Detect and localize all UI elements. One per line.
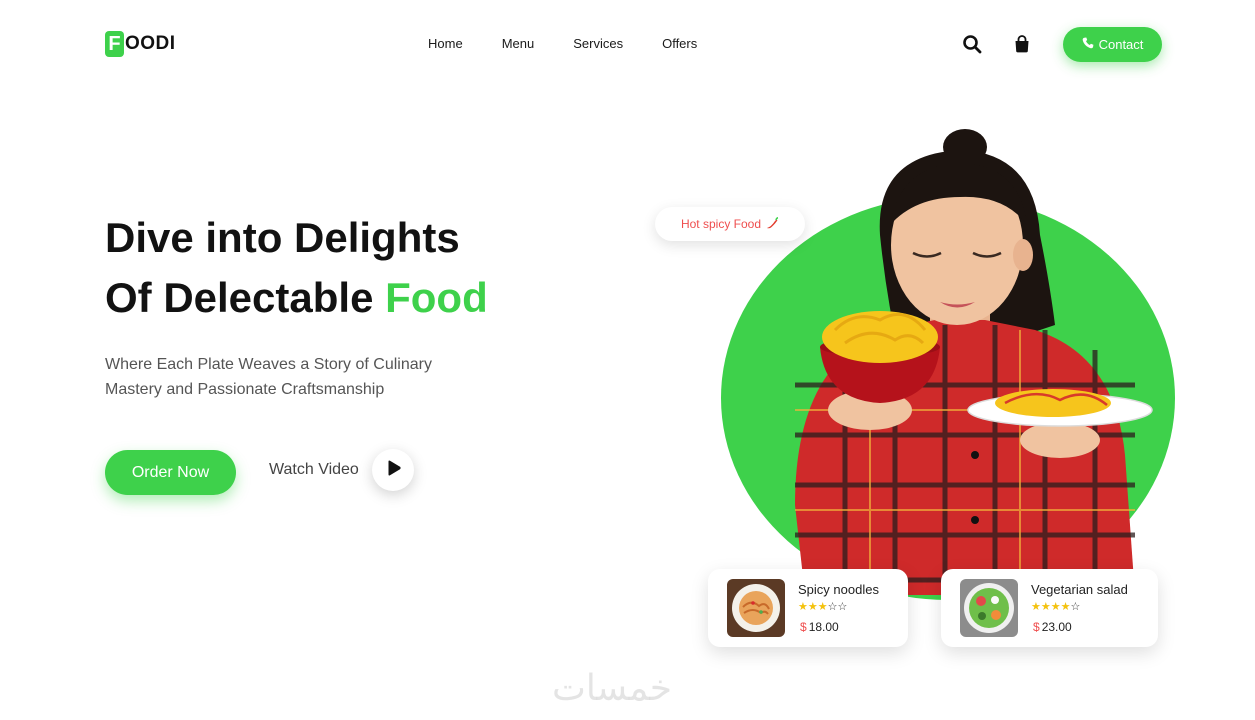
hero-title-line1: Dive into Delights	[105, 214, 460, 261]
search-icon[interactable]	[962, 34, 982, 54]
hot-spicy-bubble: Hot spicy Food	[655, 207, 805, 241]
phone-icon	[1082, 37, 1094, 52]
bubble-text: Hot spicy Food	[680, 217, 762, 231]
contact-button[interactable]: Contact	[1063, 27, 1162, 62]
hero-subtitle: Where Each Plate Weaves a Story of Culin…	[105, 356, 432, 398]
play-button[interactable]	[371, 449, 414, 491]
shopping-bag-icon[interactable]	[1012, 34, 1032, 54]
card-name: Vegetarian salad	[1031, 582, 1128, 597]
star-rating: ★★★★☆	[1031, 601, 1081, 613]
hero-title-accent: Food	[385, 274, 488, 321]
vegetarian-salad-thumbnail	[960, 579, 1018, 637]
food-card-vegetarian-salad[interactable]: Vegetarian salad ★★★★☆ $23.00	[941, 569, 1158, 647]
chili-pepper-icon	[765, 216, 779, 232]
star-rating: ★★★☆☆	[798, 601, 848, 613]
nav-offers[interactable]: Offers	[662, 36, 697, 51]
brand-logo[interactable]: F OODI	[105, 31, 176, 57]
food-card-spicy-noodles[interactable]: Spicy noodles ★★★☆☆ $18.00	[708, 569, 908, 647]
price-value: 18.00	[808, 620, 839, 634]
spicy-noodles-thumbnail	[727, 579, 785, 637]
price-value: 23.00	[1041, 620, 1072, 634]
order-now-button[interactable]: Order Now	[105, 450, 236, 495]
main-nav: Home Menu Services Offers	[428, 36, 736, 51]
logo-badge: F	[105, 31, 124, 57]
nav-home[interactable]: Home	[428, 36, 463, 51]
contact-label: Contact	[1098, 37, 1144, 52]
currency-symbol: $	[1033, 620, 1040, 634]
hero-woman-with-noodles-image	[795, 129, 1153, 595]
watermark: خمسات	[552, 668, 673, 709]
logo-text: OODI	[125, 33, 176, 54]
nav-menu[interactable]: Menu	[502, 36, 535, 51]
currency-symbol: $	[800, 620, 807, 634]
card-name: Spicy noodles	[798, 582, 879, 597]
card-price: $23.00	[1033, 620, 1072, 634]
watch-video-link[interactable]: Watch Video	[269, 449, 414, 491]
play-icon	[383, 458, 403, 483]
watch-video-label: Watch Video	[269, 461, 359, 478]
card-price: $18.00	[800, 620, 839, 634]
hero-title: Dive into Delights Of Delectable Food	[105, 208, 488, 328]
hero-title-line2: Of Delectable	[105, 274, 386, 321]
nav-services[interactable]: Services	[573, 36, 623, 51]
